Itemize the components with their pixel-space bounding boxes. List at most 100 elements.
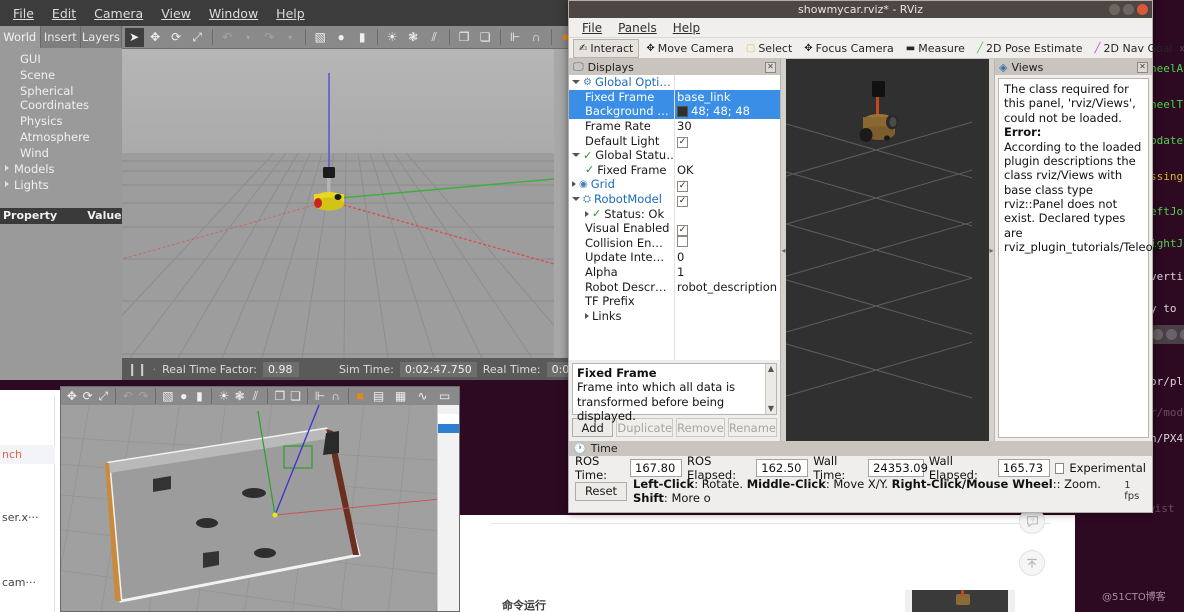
tree-item-gui[interactable]: GUI	[0, 51, 122, 67]
rotate-icon[interactable]: ⟳	[167, 28, 186, 47]
close-icon[interactable]: ✕	[1137, 61, 1148, 73]
row-value[interactable]: 1	[674, 265, 780, 279]
gazebo-statusbar[interactable]: ❙❙ · Real Time Factor: 0.98 Sim Time: 0:…	[121, 358, 627, 380]
chevron-down-icon[interactable]	[572, 153, 580, 158]
list-item[interactable]: nch	[0, 445, 55, 464]
tab-layers[interactable]: Layers	[81, 26, 122, 48]
cylinder-icon[interactable]: ▮	[193, 387, 207, 406]
list-item[interactable]: cam···	[0, 573, 55, 592]
chevron-down-icon[interactable]	[572, 80, 580, 85]
tool-interact[interactable]: ✍ Interact	[573, 38, 640, 58]
remove-button[interactable]: Remove	[676, 418, 725, 437]
terminal-titlebar[interactable]	[1148, 325, 1184, 344]
sphere-icon[interactable]: ●	[332, 28, 351, 47]
redo-icon[interactable]: ↷	[260, 28, 279, 47]
gazebo-toolbar[interactable]: ➤ ✥ ⟳ ⤢ ↶ ▾ ↷ ▾ ▧ ● ▮ ☀ ❃ ⫽ ❐ ❏ ⊩ ∩ ■	[121, 26, 627, 49]
checkbox-experimental[interactable]	[1054, 462, 1065, 474]
point-light-icon[interactable]: ☀	[383, 28, 402, 47]
toolbar-overflow-button[interactable]: »	[1180, 41, 1184, 55]
scroll-up-arrow-icon[interactable]: ▲	[766, 364, 776, 374]
checkbox-collision-enabled[interactable]	[677, 235, 688, 247]
align-icon[interactable]: ⊩	[506, 28, 525, 47]
undo-dropdown-icon[interactable]: ▾	[239, 28, 258, 47]
tree-item-scene[interactable]: Scene	[0, 67, 122, 83]
tool-select[interactable]: ▢ Select	[741, 40, 797, 57]
redo-dropdown-icon[interactable]: ▾	[281, 28, 300, 47]
tree-item-spherical-coordinates[interactable]: Spherical Coordinates	[0, 83, 122, 113]
paste-icon[interactable]: ❏	[476, 28, 495, 47]
box-icon[interactable]: ▧	[311, 28, 330, 47]
chevron-right-icon[interactable]	[585, 210, 589, 217]
row-value[interactable]: 30	[674, 119, 780, 133]
copy-icon[interactable]: ❐	[455, 28, 474, 47]
gazebo-window[interactable]: File Edit Camera View Window Help World …	[0, 0, 627, 380]
displays-tree[interactable]: ⚙ Global Opti… Fixed Frame base_link Bac…	[569, 75, 780, 360]
wall-elapsed-value[interactable]: 165.73	[997, 459, 1050, 477]
chevron-down-icon[interactable]	[572, 197, 580, 202]
minimize-button[interactable]	[1152, 329, 1163, 340]
gazebo2-3d-viewport[interactable]	[61, 405, 459, 611]
rename-button[interactable]: Rename	[727, 418, 777, 437]
scroll-down-arrow-icon[interactable]: ▼	[766, 404, 776, 414]
gazebo2-side-panel[interactable]	[437, 405, 459, 611]
translate-icon[interactable]: ✥	[65, 387, 79, 406]
pause-icon[interactable]: ❙❙	[127, 360, 147, 379]
tool-move-camera[interactable]: ✥ Move Camera	[641, 40, 739, 57]
back-to-top-icon[interactable]	[1019, 550, 1045, 576]
tree-item-physics[interactable]: Physics	[0, 113, 122, 129]
chevron-right-icon[interactable]	[572, 181, 576, 188]
checkbox-grid[interactable]: ✓	[677, 180, 688, 192]
rviz-titlebar[interactable]: showmycar.rviz* - RViz	[569, 1, 1152, 18]
gazebo-tabs[interactable]: World Insert Layers	[0, 26, 122, 48]
undo-icon[interactable]: ↶	[121, 387, 135, 406]
minimize-button[interactable]	[1109, 4, 1120, 15]
property-body[interactable]	[0, 223, 122, 380]
menu-file[interactable]: File	[4, 3, 43, 24]
gazebo-left-panel[interactable]: World Insert Layers GUI Scene Spherical …	[0, 26, 122, 380]
tree-item-models[interactable]: Models	[0, 161, 122, 177]
snap-icon[interactable]: ∩	[329, 387, 343, 406]
checkbox-default-light[interactable]: ✓	[677, 137, 688, 149]
select-arrow-icon[interactable]: ➤	[124, 27, 144, 47]
close-button[interactable]	[1137, 4, 1148, 15]
plot-icon[interactable]: ∿	[413, 387, 432, 406]
menu-help[interactable]: Help	[665, 19, 708, 37]
spot-light-icon[interactable]: ❃	[233, 387, 247, 406]
log-icon[interactable]: ▦	[391, 387, 410, 406]
column-splitter[interactable]	[674, 75, 675, 360]
snap-icon[interactable]: ∩	[527, 28, 546, 47]
rviz-window[interactable]: showmycar.rviz* - RViz File Panels Help …	[568, 0, 1184, 513]
point-light-icon[interactable]: ☀	[217, 387, 231, 406]
gazebo2-toolbar[interactable]: ✥ ⟳ ⤢ ↶ ↷ ▧ ● ▮ ☀ ❃ ⫽ ❐ ❏ ⊩ ∩ ■ ▤ ▦ ∿ ▭	[61, 387, 459, 405]
menu-edit[interactable]: Edit	[43, 3, 85, 24]
reset-button[interactable]: Reset	[575, 481, 627, 501]
screenshot-icon[interactable]: ▤	[369, 387, 388, 406]
sphere-icon[interactable]: ●	[177, 387, 191, 406]
box-icon[interactable]: ▧	[161, 387, 175, 406]
tool-measure[interactable]: ▬ Measure	[901, 40, 970, 57]
tree-item-atmosphere[interactable]: Atmosphere	[0, 129, 122, 145]
gazebo-world-tree[interactable]: GUI Scene Spherical Coordinates Physics …	[0, 48, 122, 208]
terminal-window-buttons[interactable]	[1152, 325, 1184, 344]
rotate-icon[interactable]: ⟳	[81, 387, 95, 406]
rviz-window-buttons[interactable]	[1109, 4, 1148, 15]
cylinder-icon[interactable]: ▮	[353, 28, 372, 47]
rviz-menubar[interactable]: File Panels Help	[569, 18, 1152, 38]
maximize-button[interactable]	[1166, 329, 1177, 340]
paste-icon[interactable]: ❏	[289, 387, 303, 406]
chevron-right-icon[interactable]	[585, 312, 589, 319]
tool-focus-camera[interactable]: ✥ Focus Camera	[799, 40, 898, 57]
file-list-panel[interactable]: nch ser.x··· cam···	[0, 395, 55, 612]
gazebo-menubar[interactable]: File Edit Camera View Window Help	[0, 0, 576, 26]
wall-time-value[interactable]: 24353.09	[868, 459, 928, 477]
tree-item-wind[interactable]: Wind	[0, 145, 122, 161]
menu-panels[interactable]: Panels	[610, 19, 665, 37]
rviz-toolbar[interactable]: ✍ Interact ✥ Move Camera ▢ Select ✥ Focu…	[569, 38, 1184, 59]
tool-2d-pose-estimate[interactable]: ╱ 2D Pose Estimate	[972, 40, 1088, 57]
color-picker-icon[interactable]: ■	[353, 387, 367, 406]
help-scrollbar[interactable]: ▲ ▼	[765, 364, 776, 414]
color-swatch-icon[interactable]	[677, 106, 688, 118]
preview-thumbnail[interactable]	[905, 590, 1015, 612]
redo-icon[interactable]: ↷	[137, 387, 151, 406]
terminal-window-lower[interactable]	[1148, 344, 1184, 514]
